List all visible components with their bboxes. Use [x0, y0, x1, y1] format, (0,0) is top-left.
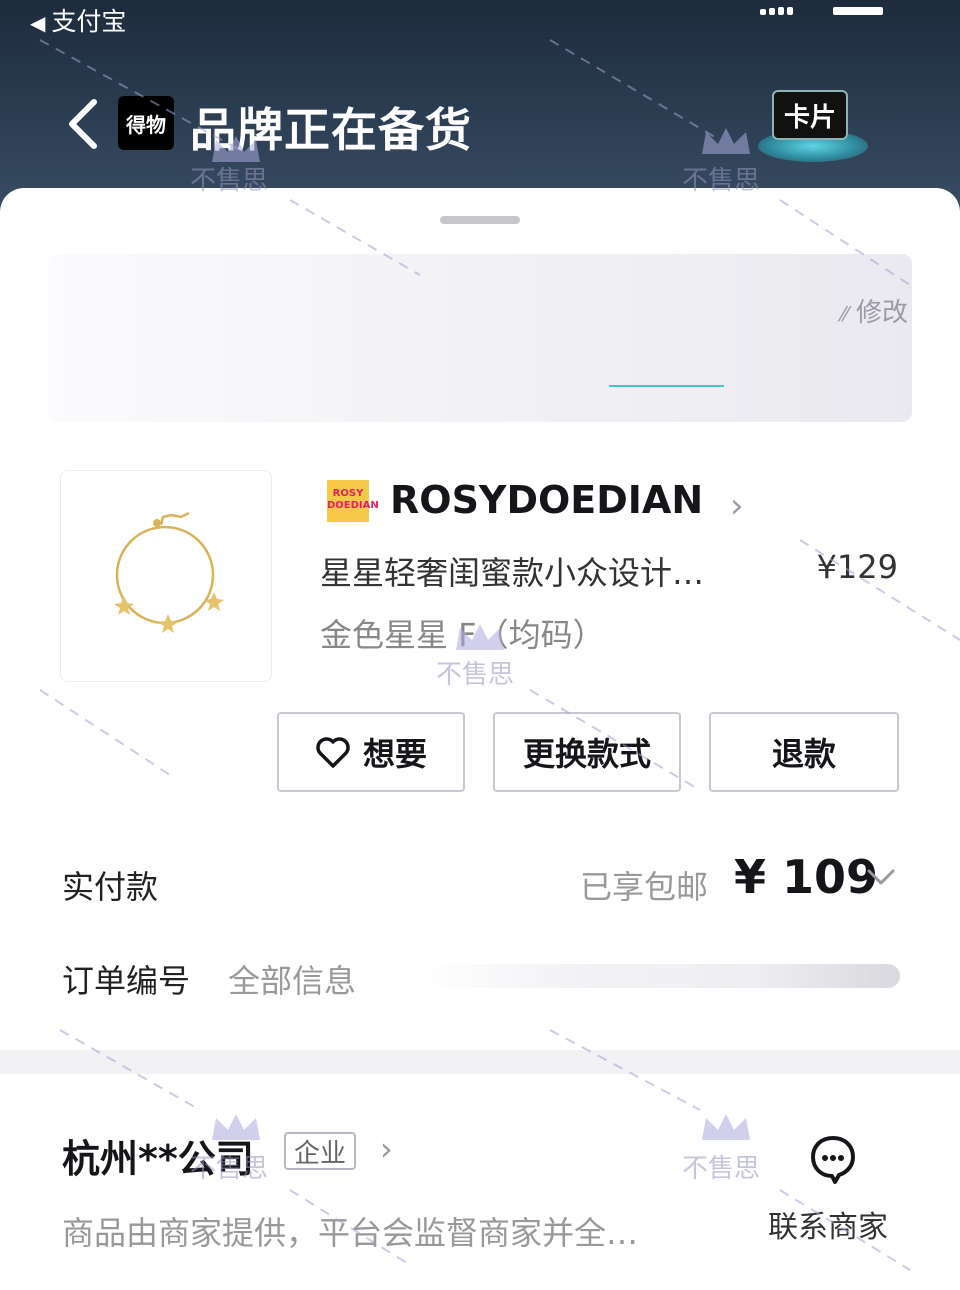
watermark-text: 不售思 [190, 166, 269, 196]
watermark-text: 不售思 [436, 660, 515, 690]
watermark-crown-icon [702, 1114, 750, 1140]
watermark-crown-icon [212, 1114, 260, 1140]
watermark-text: 不售思 [682, 166, 761, 196]
watermark-crown-icon [456, 624, 504, 650]
watermark-crown-icon [702, 128, 750, 154]
watermark-text: 不售思 [682, 1154, 761, 1184]
watermark-text: 不售思 [190, 1154, 269, 1184]
